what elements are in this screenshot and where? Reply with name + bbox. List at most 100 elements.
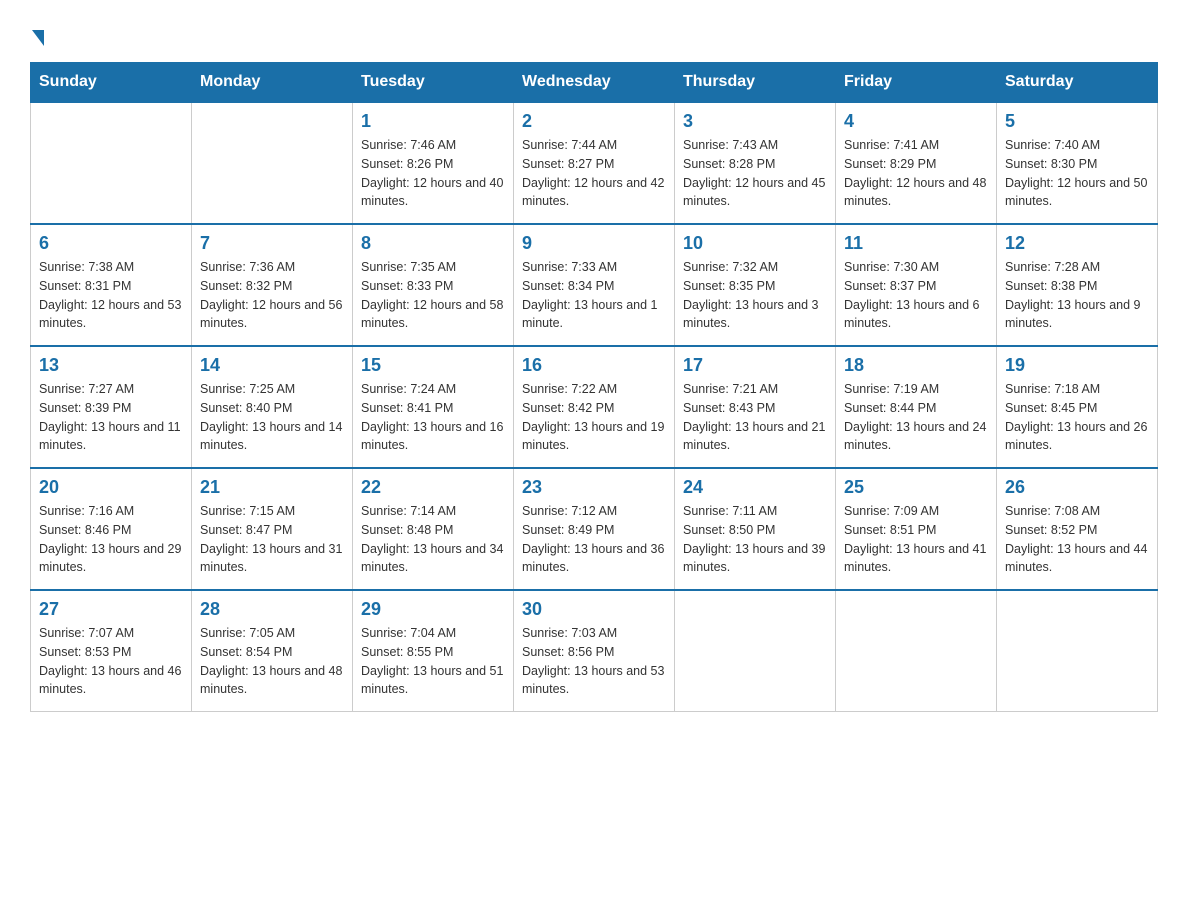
calendar-cell: 9 Sunrise: 7:33 AMSunset: 8:34 PMDaylight…: [514, 224, 675, 346]
day-number: 7: [200, 233, 344, 254]
weekday-header-friday: Friday: [836, 63, 997, 103]
calendar-cell: 5 Sunrise: 7:40 AMSunset: 8:30 PMDaylight…: [997, 102, 1158, 224]
weekday-header-saturday: Saturday: [997, 63, 1158, 103]
day-info: Sunrise: 7:15 AMSunset: 8:47 PMDaylight:…: [200, 502, 344, 577]
day-info: Sunrise: 7:16 AMSunset: 8:46 PMDaylight:…: [39, 502, 183, 577]
day-number: 20: [39, 477, 183, 498]
day-number: 29: [361, 599, 505, 620]
day-number: 19: [1005, 355, 1149, 376]
calendar-body: 1 Sunrise: 7:46 AMSunset: 8:26 PMDaylight…: [31, 102, 1158, 712]
calendar-cell: 17 Sunrise: 7:21 AMSunset: 8:43 PMDayligh…: [675, 346, 836, 468]
calendar-cell: 15 Sunrise: 7:24 AMSunset: 8:41 PMDayligh…: [353, 346, 514, 468]
calendar-cell: 11Sunrise: 7:30 AMSunset: 8:37 PMDayligh…: [836, 224, 997, 346]
day-number: 23: [522, 477, 666, 498]
day-number: 10: [683, 233, 827, 254]
day-number: 4: [844, 111, 988, 132]
day-info: Sunrise: 7:07 AMSunset: 8:53 PMDaylight:…: [39, 624, 183, 699]
weekday-header-wednesday: Wednesday: [514, 63, 675, 103]
calendar-cell: 18 Sunrise: 7:19 AMSunset: 8:44 PMDayligh…: [836, 346, 997, 468]
day-info: Sunrise: 7:14 AMSunset: 8:48 PMDaylight:…: [361, 502, 505, 577]
calendar-table: SundayMondayTuesdayWednesdayThursdayFrid…: [30, 62, 1158, 712]
calendar-cell: [31, 102, 192, 224]
day-number: 28: [200, 599, 344, 620]
calendar-cell: 10 Sunrise: 7:32 AMSunset: 8:35 PMDayligh…: [675, 224, 836, 346]
day-number: 11: [844, 233, 988, 254]
day-info: Sunrise: 7:12 AMSunset: 8:49 PMDaylight:…: [522, 502, 666, 577]
calendar-cell: 16Sunrise: 7:22 AMSunset: 8:42 PMDayligh…: [514, 346, 675, 468]
day-number: 1: [361, 111, 505, 132]
day-info: Sunrise: 7:32 AMSunset: 8:35 PMDaylight:…: [683, 258, 827, 333]
day-info: Sunrise: 7:28 AMSunset: 8:38 PMDaylight:…: [1005, 258, 1149, 333]
calendar-week-1: 1 Sunrise: 7:46 AMSunset: 8:26 PMDaylight…: [31, 102, 1158, 224]
calendar-cell: 6Sunrise: 7:38 AMSunset: 8:31 PMDaylight…: [31, 224, 192, 346]
calendar-cell: 14 Sunrise: 7:25 AMSunset: 8:40 PMDayligh…: [192, 346, 353, 468]
calendar-week-2: 6Sunrise: 7:38 AMSunset: 8:31 PMDaylight…: [31, 224, 1158, 346]
day-number: 25: [844, 477, 988, 498]
calendar-cell: 27 Sunrise: 7:07 AMSunset: 8:53 PMDayligh…: [31, 590, 192, 712]
calendar-cell: [675, 590, 836, 712]
day-info: Sunrise: 7:36 AMSunset: 8:32 PMDaylight:…: [200, 258, 344, 333]
day-number: 21: [200, 477, 344, 498]
day-info: Sunrise: 7:19 AMSunset: 8:44 PMDaylight:…: [844, 380, 988, 455]
day-info: Sunrise: 7:46 AMSunset: 8:26 PMDaylight:…: [361, 136, 505, 211]
calendar-cell: 8 Sunrise: 7:35 AMSunset: 8:33 PMDaylight…: [353, 224, 514, 346]
day-number: 5: [1005, 111, 1149, 132]
day-info: Sunrise: 7:04 AMSunset: 8:55 PMDaylight:…: [361, 624, 505, 699]
day-number: 8: [361, 233, 505, 254]
day-info: Sunrise: 7:41 AMSunset: 8:29 PMDaylight:…: [844, 136, 988, 211]
day-info: Sunrise: 7:35 AMSunset: 8:33 PMDaylight:…: [361, 258, 505, 333]
weekday-header-row: SundayMondayTuesdayWednesdayThursdayFrid…: [31, 63, 1158, 103]
logo: [30, 20, 44, 52]
day-info: Sunrise: 7:11 AMSunset: 8:50 PMDaylight:…: [683, 502, 827, 577]
day-number: 22: [361, 477, 505, 498]
calendar-cell: 25 Sunrise: 7:09 AMSunset: 8:51 PMDayligh…: [836, 468, 997, 590]
day-info: Sunrise: 7:24 AMSunset: 8:41 PMDaylight:…: [361, 380, 505, 455]
calendar-cell: 23 Sunrise: 7:12 AMSunset: 8:49 PMDayligh…: [514, 468, 675, 590]
day-info: Sunrise: 7:05 AMSunset: 8:54 PMDaylight:…: [200, 624, 344, 699]
page-header: [30, 20, 1158, 52]
day-number: 9: [522, 233, 666, 254]
calendar-cell: [836, 590, 997, 712]
calendar-week-4: 20 Sunrise: 7:16 AMSunset: 8:46 PMDayligh…: [31, 468, 1158, 590]
calendar-cell: 1 Sunrise: 7:46 AMSunset: 8:26 PMDaylight…: [353, 102, 514, 224]
day-number: 14: [200, 355, 344, 376]
day-info: Sunrise: 7:33 AMSunset: 8:34 PMDaylight:…: [522, 258, 666, 333]
day-info: Sunrise: 7:09 AMSunset: 8:51 PMDaylight:…: [844, 502, 988, 577]
day-info: Sunrise: 7:40 AMSunset: 8:30 PMDaylight:…: [1005, 136, 1149, 211]
calendar-cell: 28 Sunrise: 7:05 AMSunset: 8:54 PMDayligh…: [192, 590, 353, 712]
day-info: Sunrise: 7:25 AMSunset: 8:40 PMDaylight:…: [200, 380, 344, 455]
weekday-header-thursday: Thursday: [675, 63, 836, 103]
day-number: 27: [39, 599, 183, 620]
day-number: 2: [522, 111, 666, 132]
calendar-cell: 4 Sunrise: 7:41 AMSunset: 8:29 PMDaylight…: [836, 102, 997, 224]
calendar-cell: 20 Sunrise: 7:16 AMSunset: 8:46 PMDayligh…: [31, 468, 192, 590]
calendar-cell: [192, 102, 353, 224]
calendar-cell: 26 Sunrise: 7:08 AMSunset: 8:52 PMDayligh…: [997, 468, 1158, 590]
calendar-cell: 21 Sunrise: 7:15 AMSunset: 8:47 PMDayligh…: [192, 468, 353, 590]
day-number: 6: [39, 233, 183, 254]
calendar-cell: 7 Sunrise: 7:36 AMSunset: 8:32 PMDaylight…: [192, 224, 353, 346]
calendar-cell: [997, 590, 1158, 712]
day-number: 16: [522, 355, 666, 376]
day-number: 17: [683, 355, 827, 376]
day-number: 13: [39, 355, 183, 376]
day-info: Sunrise: 7:21 AMSunset: 8:43 PMDaylight:…: [683, 380, 827, 455]
calendar-cell: 12Sunrise: 7:28 AMSunset: 8:38 PMDayligh…: [997, 224, 1158, 346]
calendar-cell: 19 Sunrise: 7:18 AMSunset: 8:45 PMDayligh…: [997, 346, 1158, 468]
calendar-cell: 29 Sunrise: 7:04 AMSunset: 8:55 PMDayligh…: [353, 590, 514, 712]
calendar-cell: 22 Sunrise: 7:14 AMSunset: 8:48 PMDayligh…: [353, 468, 514, 590]
day-info: Sunrise: 7:08 AMSunset: 8:52 PMDaylight:…: [1005, 502, 1149, 577]
day-number: 30: [522, 599, 666, 620]
day-info: Sunrise: 7:27 AMSunset: 8:39 PMDaylight:…: [39, 380, 183, 455]
calendar-cell: 13 Sunrise: 7:27 AMSunset: 8:39 PMDayligh…: [31, 346, 192, 468]
day-number: 18: [844, 355, 988, 376]
day-number: 26: [1005, 477, 1149, 498]
day-info: Sunrise: 7:43 AMSunset: 8:28 PMDaylight:…: [683, 136, 827, 211]
logo-arrow-icon: [32, 30, 44, 46]
calendar-cell: 2Sunrise: 7:44 AMSunset: 8:27 PMDaylight…: [514, 102, 675, 224]
calendar-week-5: 27 Sunrise: 7:07 AMSunset: 8:53 PMDayligh…: [31, 590, 1158, 712]
day-info: Sunrise: 7:18 AMSunset: 8:45 PMDaylight:…: [1005, 380, 1149, 455]
calendar-cell: 30Sunrise: 7:03 AMSunset: 8:56 PMDayligh…: [514, 590, 675, 712]
day-number: 15: [361, 355, 505, 376]
weekday-header-tuesday: Tuesday: [353, 63, 514, 103]
